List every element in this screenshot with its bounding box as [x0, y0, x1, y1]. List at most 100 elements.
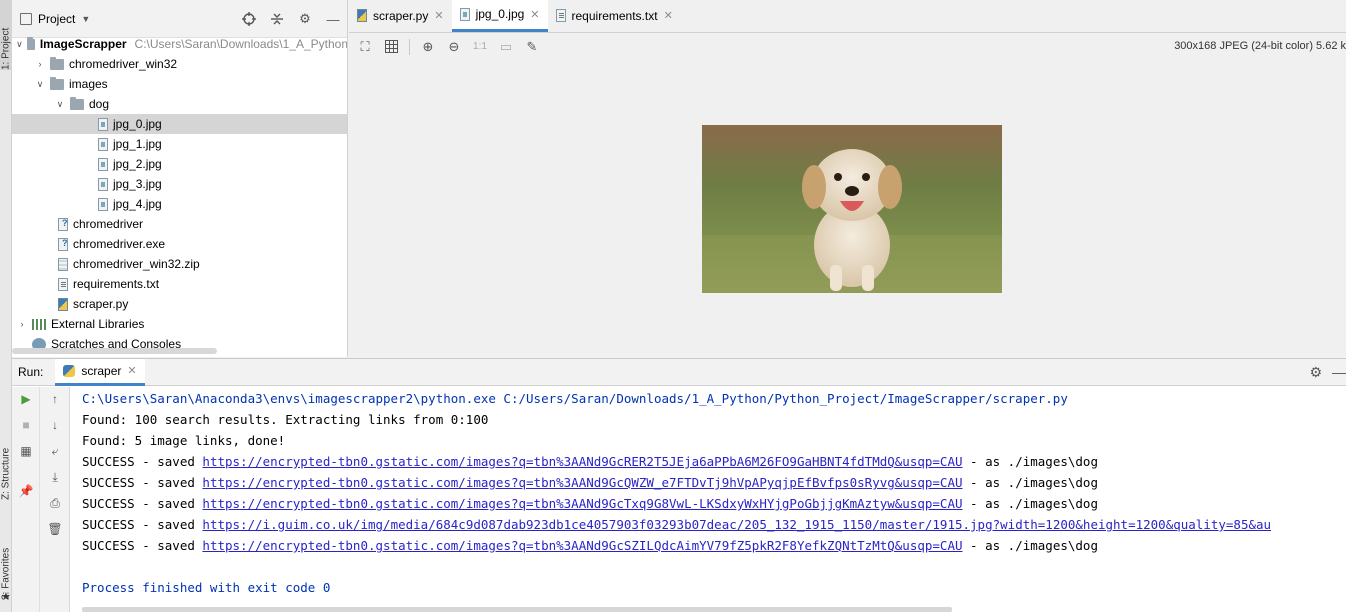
tree-item-jpg-2[interactable]: jpg_2.jpg: [12, 154, 347, 174]
actual-size-button[interactable]: 1:1: [472, 39, 488, 55]
chevron-down-icon: ▼: [81, 13, 91, 24]
chevron-down-icon[interactable]: ∨: [34, 79, 46, 90]
tree-item-label: dog: [89, 97, 110, 111]
run-tab-scraper[interactable]: scraper ✕: [55, 358, 145, 386]
tree-item-label: chromedriver: [73, 217, 144, 231]
tree-item-chromedriver[interactable]: chromedriver: [12, 214, 347, 234]
project-panel-title: Project: [38, 11, 76, 26]
ide-window: 1: Project Z: Structure 2: Favorites ★ P…: [0, 0, 1346, 612]
console-success-line: SUCCESS - saved https://encrypted-tbn0.g…: [82, 493, 1346, 514]
close-icon[interactable]: ✕: [127, 364, 136, 377]
fit-to-window-icon[interactable]: ⛶: [357, 39, 373, 55]
archive-file-icon: [58, 257, 68, 271]
unknown-file-icon: [58, 217, 68, 231]
tab-scraper-py[interactable]: scraper.py ✕: [349, 0, 452, 32]
trash-icon[interactable]: 🗑: [47, 521, 63, 537]
arrow-up-icon[interactable]: ↑: [47, 391, 63, 407]
success-suffix: - as ./images\dog: [962, 475, 1098, 490]
tree-item-chromedriver-win32[interactable]: › chromedriver_win32: [12, 54, 347, 74]
tree-item-jpg-4[interactable]: jpg_4.jpg: [12, 194, 347, 214]
tree-item-imagescrapper[interactable]: ∨ ImageScrapper C:\Users\Saran\Downloads…: [12, 34, 347, 54]
tree-item-jpg-0[interactable]: jpg_0.jpg: [12, 114, 347, 134]
console-link[interactable]: https://encrypted-tbn0.gstatic.com/image…: [202, 475, 962, 490]
tab-label: requirements.txt: [571, 8, 658, 23]
console-horizontal-scrollbar[interactable]: [82, 607, 952, 612]
console-link[interactable]: https://encrypted-tbn0.gstatic.com/image…: [202, 454, 962, 469]
scroll-to-end-icon[interactable]: ⤓: [47, 469, 63, 485]
console-success-line: SUCCESS - saved https://i.guim.co.uk/img…: [82, 514, 1346, 535]
success-prefix: SUCCESS - saved: [82, 454, 203, 469]
gear-icon[interactable]: ⚙: [297, 11, 313, 27]
left-tool-strip: 1: Project Z: Structure 2: Favorites ★: [0, 0, 12, 612]
console-success-line: SUCCESS - saved https://encrypted-tbn0.g…: [82, 472, 1346, 493]
text-file-icon: [555, 9, 566, 22]
folder-icon: [50, 56, 64, 70]
zoom-out-icon[interactable]: ⊖: [446, 39, 462, 55]
image-toolbar: ⛶ ⊕ ⊖ 1:1 ▭ ✎ 300x168 JPEG (24-bit color…: [349, 33, 1346, 60]
chevron-down-icon[interactable]: ∨: [16, 39, 23, 50]
color-picker-icon[interactable]: ✎: [524, 39, 540, 55]
tree-item-requirements[interactable]: requirements.txt: [12, 274, 347, 294]
tree-item-jpg-3[interactable]: jpg_3.jpg: [12, 174, 347, 194]
success-suffix: - as ./images\dog: [962, 496, 1098, 511]
success-prefix: SUCCESS - saved: [82, 475, 203, 490]
minimize-icon[interactable]: —: [325, 11, 341, 27]
tree-item-external-libraries[interactable]: › External Libraries: [12, 314, 347, 334]
image-file-icon: [459, 7, 470, 21]
project-panel-header: Project ▼ ⚙ —: [12, 0, 347, 38]
image-file-icon: [98, 137, 108, 151]
zoom-in-icon[interactable]: ⊕: [420, 39, 436, 55]
tool-window-structure-tab[interactable]: Z: Structure: [0, 430, 12, 500]
tree-item-label: jpg_1.jpg: [113, 137, 162, 151]
tab-jpg-0[interactable]: jpg_0.jpg ✕: [451, 0, 548, 32]
locate-file-icon[interactable]: [241, 11, 257, 27]
close-icon[interactable]: ✕: [530, 8, 539, 21]
tree-item-label: scraper.py: [73, 297, 129, 311]
tree-item-label: requirements.txt: [73, 277, 160, 291]
chevron-down-icon[interactable]: ∨: [54, 99, 66, 110]
project-view-selector[interactable]: Project ▼: [20, 12, 90, 26]
arrow-down-icon[interactable]: ↓: [47, 417, 63, 433]
console-output[interactable]: C:\Users\Saran\Anaconda3\envs\imagescrap…: [82, 388, 1346, 598]
editor-area: scraper.py ✕ jpg_0.jpg ✕ requirements.tx…: [349, 0, 1346, 357]
grid-icon[interactable]: [383, 39, 399, 55]
tree-item-scraper-py[interactable]: scraper.py: [12, 294, 347, 314]
console-link[interactable]: https://i.guim.co.uk/img/media/684c9d087…: [202, 517, 1271, 532]
tree-item-images[interactable]: ∨ images: [12, 74, 347, 94]
tree-item-chromedriver-exe[interactable]: chromedriver.exe: [12, 234, 347, 254]
success-prefix: SUCCESS - saved: [82, 538, 203, 553]
collapse-all-icon[interactable]: [269, 11, 285, 27]
console-toolbar: ↑ ↓ ⤶ ⤓ ⎙ 🗑: [40, 387, 70, 612]
tree-item-jpg-1[interactable]: jpg_1.jpg: [12, 134, 347, 154]
console-link[interactable]: https://encrypted-tbn0.gstatic.com/image…: [202, 496, 962, 511]
rerun-icon[interactable]: ▶: [18, 391, 34, 407]
print-icon[interactable]: ⎙: [47, 495, 63, 511]
tree-item-label: jpg_4.jpg: [113, 197, 162, 211]
gear-icon[interactable]: ⚙: [1309, 364, 1322, 381]
python-file-icon: [357, 9, 367, 22]
layout-icon[interactable]: ▦: [18, 443, 34, 459]
console-success-line: SUCCESS - saved https://encrypted-tbn0.g…: [82, 451, 1346, 472]
run-header-tools: ⚙ —: [1309, 364, 1346, 381]
background-icon[interactable]: ▭: [498, 39, 514, 55]
puppy-image: [702, 125, 1002, 293]
close-icon[interactable]: ✕: [434, 9, 443, 22]
tree-item-dog[interactable]: ∨ dog: [12, 94, 347, 114]
pin-icon[interactable]: 📌: [18, 483, 34, 499]
soft-wrap-icon[interactable]: ⤶: [47, 443, 63, 459]
tool-window-project-tab[interactable]: 1: Project: [0, 0, 12, 70]
console-link[interactable]: https://encrypted-tbn0.gstatic.com/image…: [202, 538, 962, 553]
image-file-icon: [98, 197, 108, 211]
chevron-right-icon[interactable]: ›: [34, 59, 46, 69]
project-view-icon: [20, 12, 32, 25]
tab-requirements-txt[interactable]: requirements.txt ✕: [548, 0, 681, 32]
console-success-line: SUCCESS - saved https://encrypted-tbn0.g…: [82, 535, 1346, 556]
image-file-icon: [98, 177, 108, 191]
minimize-icon[interactable]: —: [1332, 364, 1346, 381]
stop-icon[interactable]: ■: [18, 417, 34, 433]
close-icon[interactable]: ✕: [664, 9, 673, 22]
chevron-right-icon[interactable]: ›: [16, 319, 28, 329]
tree-item-chromedriver-zip[interactable]: chromedriver_win32.zip: [12, 254, 347, 274]
project-horizontal-scrollbar[interactable]: [12, 348, 217, 354]
